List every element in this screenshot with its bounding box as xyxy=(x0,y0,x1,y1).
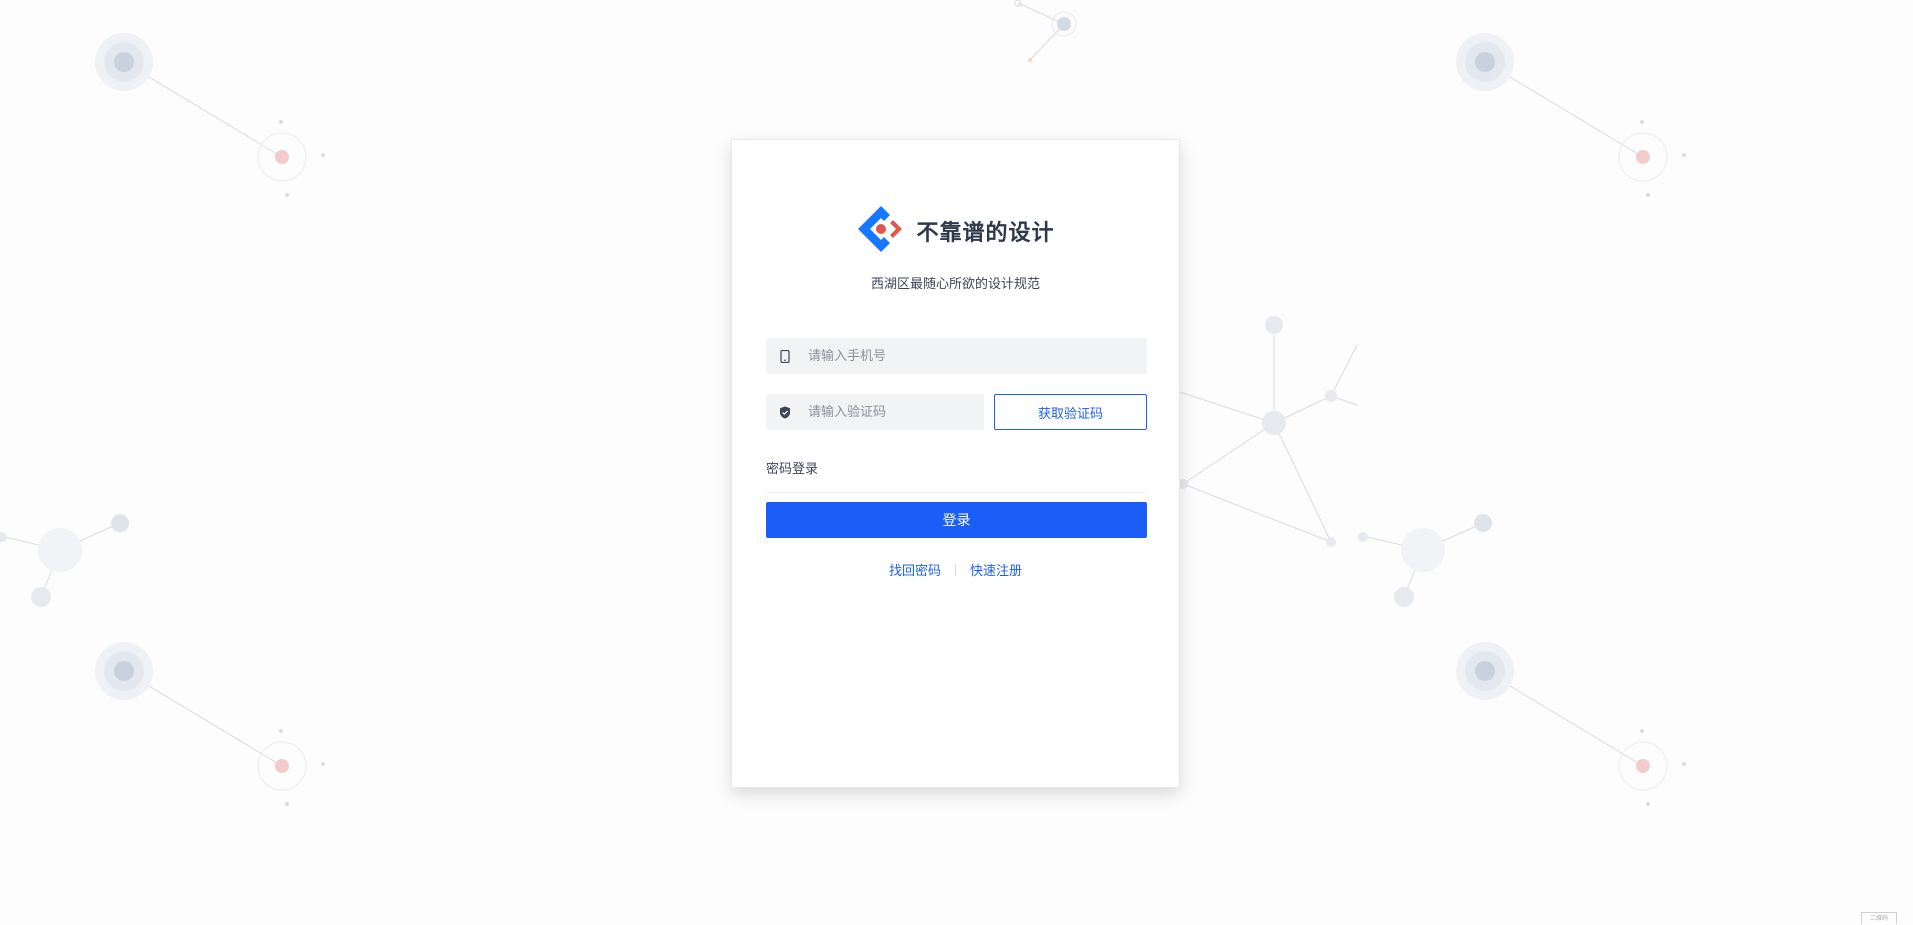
link-separator xyxy=(955,564,956,576)
mobile-phone-icon xyxy=(778,349,792,363)
phone-field[interactable] xyxy=(766,338,1147,374)
brand-name: 不靠谱的设计 xyxy=(916,215,1054,247)
brand-subtitle: 西湖区最随心所欲的设计规范 xyxy=(732,273,1179,292)
code-field[interactable] xyxy=(766,394,984,430)
login-button[interactable]: 登录 xyxy=(766,502,1147,538)
quick-register-link[interactable]: 快速注册 xyxy=(970,560,1022,579)
diamond-logo-icon xyxy=(856,204,906,258)
verification-code-input[interactable] xyxy=(806,404,984,421)
shield-check-icon xyxy=(778,405,792,419)
get-code-button[interactable]: 获取验证码 xyxy=(994,394,1147,430)
divider xyxy=(766,492,1147,493)
brand-header: 不靠谱的设计 xyxy=(732,204,1179,258)
footer-links: 找回密码 快速注册 xyxy=(732,560,1179,579)
corner-badge[interactable]: 二维码 xyxy=(1861,912,1897,924)
forgot-password-link[interactable]: 找回密码 xyxy=(889,560,941,579)
login-card: 不靠谱的设计 西湖区最随心所欲的设计规范 获取验证码 密码登录 登录 找回密码 … xyxy=(731,139,1180,788)
password-login-link[interactable]: 密码登录 xyxy=(766,458,818,477)
phone-input[interactable] xyxy=(806,348,1147,365)
